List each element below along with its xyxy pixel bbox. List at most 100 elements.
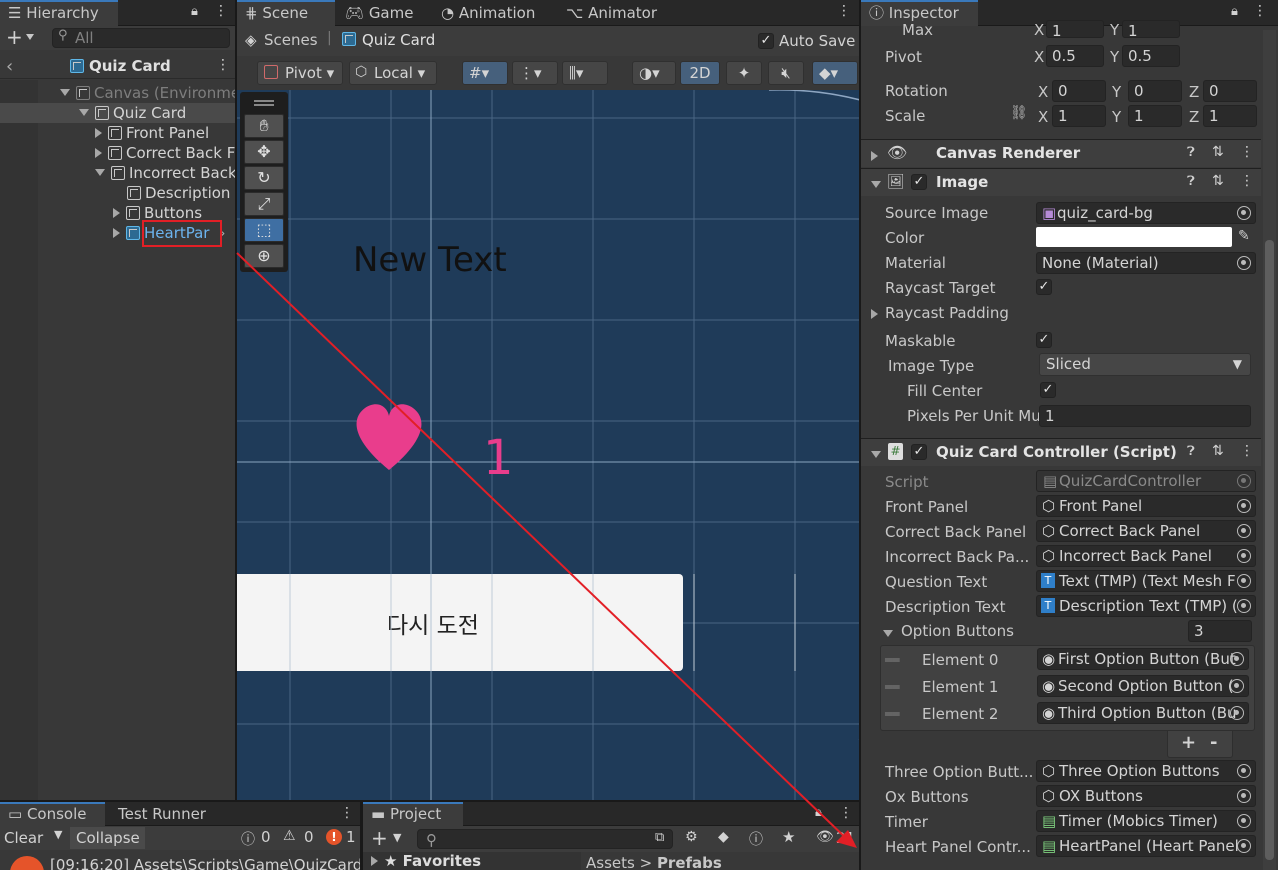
maskable-checkbox[interactable]: ✓ <box>1036 332 1052 348</box>
more-options-icon[interactable]: ⋮ <box>839 805 853 821</box>
effects-dropdown-icon[interactable]: ◆▾ <box>812 61 858 85</box>
help-icon[interactable]: ❓︎ <box>1187 145 1195 160</box>
expand-arrow-icon[interactable] <box>95 169 105 176</box>
canvas-renderer-header[interactable]: 👁︎ Canvas Renderer ❓︎ ⇅ ⋮ <box>861 139 1261 167</box>
max-y-field[interactable]: 1 <box>1122 20 1180 38</box>
tab-animator[interactable]: ⌥ Animator <box>558 0 665 26</box>
front-panel-field[interactable]: ⬡ Front Panel <box>1036 495 1256 517</box>
quiz-card-controller-header[interactable]: # ✓ Quiz Card Controller (Script) ❓︎ ⇅ ⋮ <box>861 438 1261 466</box>
info-count-icon[interactable]: ⓘ <box>241 829 255 849</box>
hierarchy-item[interactable]: Description <box>0 183 235 203</box>
expand-arrow-icon[interactable] <box>79 109 89 116</box>
drag-handle-icon[interactable] <box>254 100 274 102</box>
warning-icon[interactable]: ⚠ <box>283 828 296 844</box>
link-constraint-icon[interactable]: ⛓︎ <box>1010 105 1028 121</box>
lock-icon[interactable]: 🔒︎ <box>191 4 198 19</box>
script-enabled-checkbox[interactable]: ✓ <box>911 444 927 460</box>
tab-scene[interactable]: ⋕ Scene <box>237 0 335 26</box>
preset-icon[interactable]: ⇅ <box>1212 443 1224 459</box>
tab-console[interactable]: ▭ Console <box>0 802 105 826</box>
hierarchy-item[interactable]: Quiz Card <box>0 103 235 123</box>
incorrect-back-panel-field[interactable]: ⬡ Incorrect Back Panel <box>1036 545 1256 567</box>
path-assets[interactable]: Assets <box>586 854 635 870</box>
help-icon[interactable]: ❓︎ <box>1187 444 1195 459</box>
path-prefabs[interactable]: Prefabs <box>657 854 722 870</box>
expand-arrow-icon[interactable] <box>113 228 120 238</box>
scale-y-field[interactable]: 1 <box>1128 105 1182 127</box>
image-type-dropdown[interactable]: Sliced ▼ <box>1039 353 1251 376</box>
help-icon[interactable]: ❓︎ <box>1187 174 1195 189</box>
audio-mute-icon[interactable]: 🔇︎ <box>768 61 804 85</box>
rotate-tool-icon[interactable]: ↻ <box>244 166 284 190</box>
ox-buttons-field[interactable]: ⬡ OX Buttons <box>1036 785 1256 807</box>
timer-field[interactable]: ▤ Timer (Mobics Timer) <box>1036 810 1256 832</box>
max-x-field[interactable]: 1 <box>1046 20 1104 38</box>
search-scope-icon[interactable]: ⧉ <box>655 830 664 845</box>
option-buttons-count-field[interactable]: 3 <box>1188 620 1252 642</box>
more-options-icon[interactable]: ⋮ <box>340 805 354 821</box>
back-icon[interactable]: ‹ <box>6 56 13 77</box>
expand-arrow-icon[interactable] <box>871 149 884 165</box>
preset-icon[interactable]: ⇅ <box>1212 144 1224 160</box>
source-image-field[interactable]: ▣ quiz_card-bg <box>1036 202 1256 224</box>
expand-arrow-icon[interactable] <box>883 627 899 643</box>
object-picker-icon[interactable] <box>1237 499 1251 513</box>
tab-game[interactable]: 🎮︎ Game <box>337 0 421 26</box>
object-picker-icon[interactable] <box>1237 256 1251 270</box>
add-icon[interactable]: + <box>6 26 23 48</box>
object-picker-icon[interactable] <box>1230 679 1244 693</box>
object-picker-icon[interactable] <box>1237 839 1251 853</box>
move-tool-icon[interactable]: ✥ <box>244 140 284 164</box>
collapse-toggle[interactable]: Collapse <box>70 827 145 849</box>
expand-arrow-icon[interactable] <box>60 89 70 96</box>
ppu-field[interactable]: 1 <box>1039 405 1251 427</box>
breadcrumb-quiz-card[interactable]: Quiz Card <box>362 31 435 49</box>
rect-tool-icon[interactable]: ⬚ <box>244 218 284 242</box>
chevron-down-icon[interactable]: ▼ <box>393 831 401 844</box>
material-field[interactable]: None (Material) <box>1036 252 1256 274</box>
image-component-header[interactable]: 🖼︎ ✓ Image ❓︎ ⇅ ⋮ <box>861 168 1261 196</box>
object-picker-icon[interactable] <box>1237 789 1251 803</box>
more-options-icon[interactable]: ⋮ <box>214 3 228 19</box>
scale-x-field[interactable]: 1 <box>1052 105 1106 127</box>
reorder-handle-icon[interactable]: ══ <box>885 680 899 694</box>
object-picker-icon[interactable] <box>1237 549 1251 563</box>
description-text-field[interactable]: T Description Text (TMP) ( <box>1036 595 1256 617</box>
transform-tool-icon[interactable]: ⊕ <box>244 244 284 268</box>
preset-icon[interactable]: ⇅ <box>1212 173 1224 189</box>
raycast-target-checkbox[interactable]: ✓ <box>1036 279 1052 295</box>
tab-hierarchy[interactable]: ☰ Hierarchy <box>0 0 118 26</box>
expand-arrow-icon[interactable] <box>871 307 884 323</box>
lock-icon[interactable]: 🔒︎ <box>815 805 822 820</box>
object-picker-icon[interactable] <box>1237 599 1251 613</box>
remove-element-button[interactable]: - <box>1210 732 1217 753</box>
rotation-z-field[interactable]: 0 <box>1203 80 1257 102</box>
image-enabled-checkbox[interactable]: ✓ <box>911 174 927 190</box>
tab-animation[interactable]: ◔ Animation <box>433 0 543 26</box>
more-options-icon[interactable]: ⋮ <box>837 3 851 19</box>
tab-project[interactable]: ▬ Project <box>363 802 463 826</box>
lighting-toggle-icon[interactable]: ✦ <box>726 61 762 85</box>
auto-save-checkbox[interactable]: ✓ <box>758 33 774 49</box>
more-options-icon[interactable]: ⋮ <box>1240 144 1254 160</box>
hierarchy-search-input[interactable]: All <box>52 28 230 48</box>
element-2-field[interactable]: ◉ Third Option Button (Bu <box>1037 702 1249 724</box>
log-type-filter-icon[interactable]: ⓘ <box>749 829 763 849</box>
eyedropper-icon[interactable]: ✎ <box>1238 228 1250 244</box>
label-filter-icon[interactable]: ◆ <box>718 829 729 845</box>
error-icon[interactable]: ! <box>326 829 342 845</box>
shading-mode-button[interactable]: ◑▾ <box>632 61 676 85</box>
expand-arrow-icon[interactable] <box>113 208 120 218</box>
favorite-star-icon[interactable]: ★ <box>782 828 795 846</box>
object-picker-icon[interactable] <box>1230 652 1244 666</box>
chevron-down-icon[interactable] <box>26 34 34 40</box>
scrollbar-track[interactable] <box>1263 30 1276 870</box>
fill-center-checkbox[interactable]: ✓ <box>1040 382 1056 398</box>
hierarchy-item[interactable]: Front Panel <box>0 123 235 143</box>
reorder-handle-icon[interactable]: ══ <box>885 653 899 667</box>
scale-z-field[interactable]: 1 <box>1203 105 1257 127</box>
grid-snap-button[interactable]: #▾ <box>462 61 508 85</box>
increment-snap-button[interactable]: ⋮▾ <box>512 61 558 85</box>
rotation-y-field[interactable]: 0 <box>1128 80 1182 102</box>
element-1-field[interactable]: ◉ Second Option Button ( <box>1037 675 1249 697</box>
